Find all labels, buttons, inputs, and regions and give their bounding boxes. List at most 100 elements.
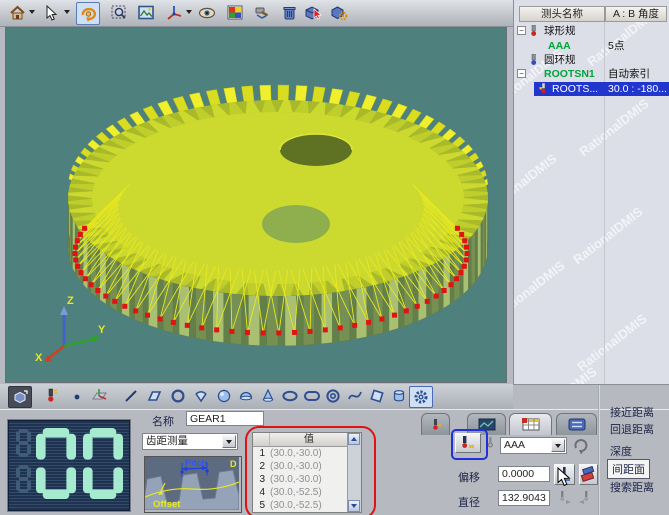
trash-icon: [282, 5, 297, 21]
expander-minus-icon[interactable]: −: [517, 26, 526, 35]
offset-input[interactable]: [498, 466, 550, 482]
probe-dir-minus-button[interactable]: [578, 490, 596, 510]
tree-header-ab-angle[interactable]: A : B 角度: [605, 6, 667, 22]
value-list-header: 值: [253, 433, 348, 447]
tree-row-rootsn1[interactable]: − ROOTSN1 自动索引: [514, 67, 669, 81]
list-item[interactable]: 4(30.0,-52.5): [253, 486, 348, 499]
pitch-label: Pitch: [185, 458, 207, 468]
pick-cube-icon: [304, 5, 322, 21]
arc-button[interactable]: [190, 386, 212, 406]
dome-button[interactable]: [235, 386, 257, 406]
svg-text:X: X: [35, 352, 43, 364]
select-button[interactable]: [40, 2, 62, 23]
search-distance-label: 搜索距离: [610, 479, 654, 495]
capture-view-button[interactable]: [135, 2, 157, 23]
tree-row-roots-selected[interactable]: ROOTS... 30.0 : -180...: [514, 82, 669, 96]
measure-mode-button[interactable]: [8, 386, 32, 408]
svg-text:Z: Z: [67, 295, 74, 307]
probe-small-icon: [538, 83, 550, 99]
eye-icon: [198, 5, 216, 21]
tree-row-ring-gauge[interactable]: 圆环规: [514, 53, 669, 67]
probe-dir-plus-button[interactable]: [556, 490, 574, 510]
d-label: D: [230, 459, 237, 469]
axes-icon: [166, 5, 183, 21]
seven-segment-digits: [8, 420, 128, 509]
dropdown-arrow-button[interactable]: [222, 435, 236, 448]
scroll-up-button[interactable]: [348, 433, 360, 445]
plane-button[interactable]: [143, 386, 165, 406]
render-tools-button[interactable]: [251, 2, 273, 23]
plane-coordinate-button[interactable]: [88, 386, 110, 406]
dropdown-arrow-button[interactable]: [551, 439, 565, 452]
svg-text:Y: Y: [98, 324, 106, 336]
refresh-probe-button[interactable]: [571, 436, 591, 458]
tab-graph[interactable]: [467, 413, 506, 435]
probe-tree-panel: RationalDMIS RationalDMIS RationalDMIS R…: [513, 0, 669, 385]
name-label: 名称: [152, 413, 174, 429]
counter-display: [7, 419, 131, 512]
pick-solid-button[interactable]: [302, 2, 324, 23]
tab-solid[interactable]: [556, 413, 597, 435]
sphere-button[interactable]: [213, 386, 235, 406]
coordinate-axes-button[interactable]: [163, 2, 185, 23]
retract-distance-label: 回退距离: [610, 421, 654, 437]
list-item[interactable]: 3(30.0,-30.0): [253, 473, 348, 486]
pick-point-button[interactable]: [554, 464, 575, 485]
circle-button[interactable]: [167, 386, 189, 406]
offset-label: Offset: [153, 499, 181, 510]
list-item[interactable]: 1(30.0,-30.0): [253, 447, 348, 460]
scroll-down-button[interactable]: [348, 500, 360, 512]
tree-row-probe-aaa[interactable]: AAA 5点: [514, 39, 669, 53]
offset-label: 偏移: [458, 469, 480, 485]
application-window: Z Y X RationalDMIS RationalDMIS RationalDM…: [0, 0, 669, 515]
diameter-input[interactable]: [498, 490, 550, 506]
ellipse-button[interactable]: [279, 386, 301, 406]
tools-icon: [254, 5, 271, 21]
edit-offset-button[interactable]: [579, 464, 598, 485]
diameter-label: 直径: [458, 494, 480, 510]
point-button[interactable]: [66, 386, 88, 406]
solid-settings-button[interactable]: [328, 2, 350, 23]
palette-icon: [227, 5, 243, 20]
depth-label: 深度: [610, 443, 632, 459]
home-icon: [9, 5, 26, 21]
torus-button[interactable]: [322, 386, 344, 406]
tab-probe[interactable]: [421, 413, 450, 435]
probe-mini-icon: [485, 436, 497, 450]
method-dropdown[interactable]: 齿距测量: [142, 433, 238, 450]
list-item[interactable]: 2(30.0,-30.0): [253, 460, 348, 473]
value-list[interactable]: 值 1(30.0,-30.0) 2(30.0,-30.0) 3(30.0,-30…: [252, 432, 362, 513]
slot-button[interactable]: [301, 386, 323, 406]
view-options-button[interactable]: [196, 2, 218, 23]
curve-button[interactable]: [344, 386, 366, 406]
3d-viewport[interactable]: Z Y X: [5, 27, 507, 383]
gear-3d-scene: Z Y X: [6, 28, 506, 382]
probe-manager-button[interactable]: [455, 433, 481, 453]
probe-button[interactable]: [40, 386, 62, 406]
tree-header-probe-name[interactable]: 测头名称: [519, 6, 605, 22]
axes-dropdown-arrow[interactable]: [186, 10, 192, 14]
tab-table[interactable]: [509, 413, 552, 435]
line-button[interactable]: [120, 386, 142, 406]
spacing-plane-button[interactable]: 间距面: [607, 459, 650, 479]
list-item[interactable]: 5(30.0,-52.5): [253, 499, 348, 512]
zoom-region-button[interactable]: [108, 2, 130, 23]
cylinder-button[interactable]: [388, 386, 410, 406]
cone-button[interactable]: [257, 386, 279, 406]
rotate-view-button[interactable]: [76, 2, 100, 25]
home-dropdown-arrow[interactable]: [29, 10, 35, 14]
tree-row-sphere-gauge[interactable]: − 球形规: [514, 24, 669, 38]
panel-divider: [598, 385, 600, 515]
delete-button[interactable]: [278, 2, 300, 23]
home-button[interactable]: [6, 2, 28, 23]
active-probe-combo[interactable]: AAA: [500, 437, 567, 454]
gear-button[interactable]: [409, 386, 433, 408]
color-settings-button[interactable]: [224, 2, 246, 23]
square-button[interactable]: [366, 386, 388, 406]
approach-distance-label: 接近距离: [610, 404, 654, 420]
list-scrollbar[interactable]: [347, 433, 361, 512]
expander-minus-icon[interactable]: −: [517, 69, 526, 78]
cube-gear-icon: [330, 5, 348, 21]
select-dropdown-arrow[interactable]: [64, 10, 70, 14]
feature-name-input[interactable]: [186, 411, 264, 426]
